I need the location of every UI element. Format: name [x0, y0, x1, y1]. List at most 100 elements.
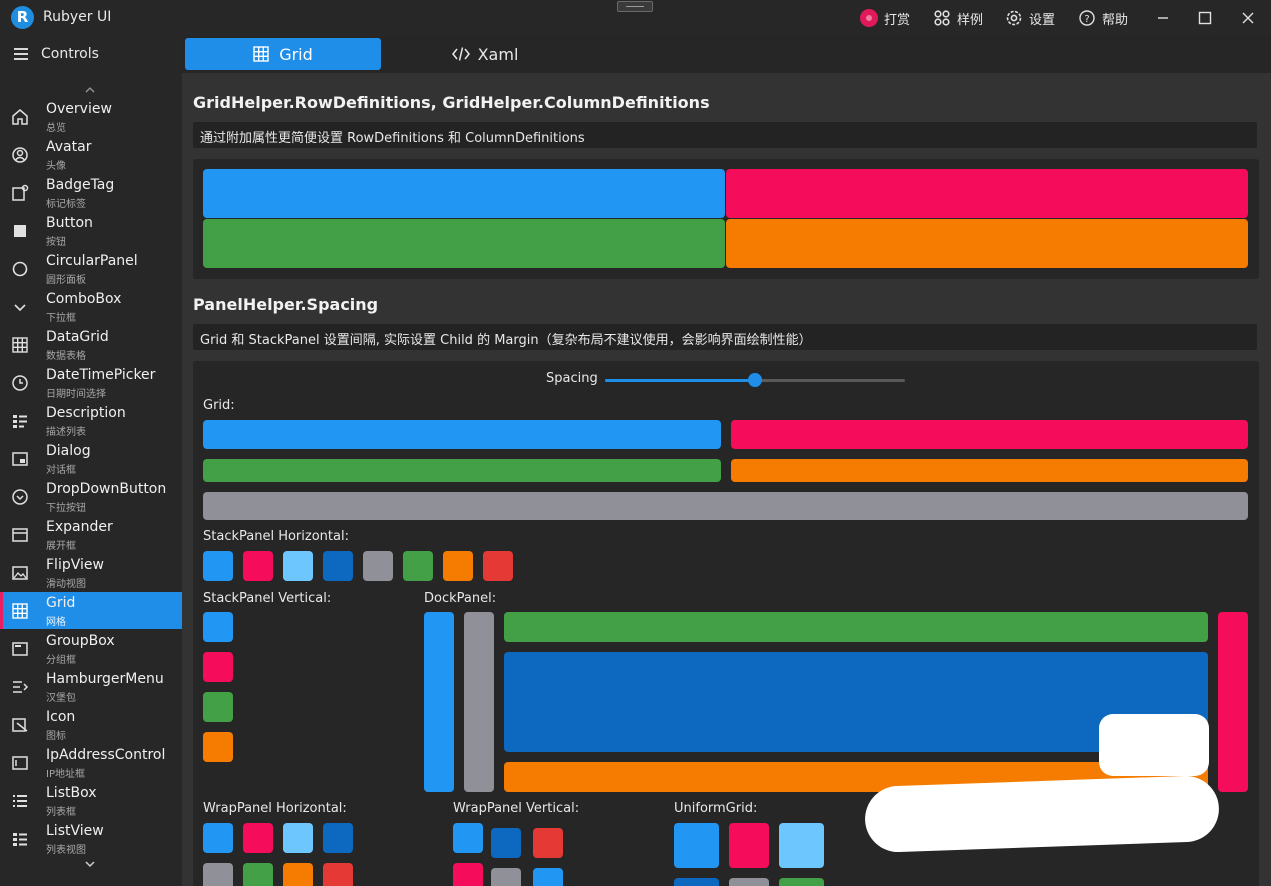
sidebar-item-circularpanel[interactable]: CircularPanel 圆形面板: [0, 250, 182, 287]
grid-cell-orange: [726, 219, 1248, 268]
sidebar-item-hamburgermenu[interactable]: HamburgerMenu 汉堡包: [0, 668, 182, 705]
dock-top-green: [504, 612, 1208, 642]
title-bar[interactable]: R Rubyer UI 打赏 样例 设置 ? 帮助: [0, 0, 1271, 36]
tab-xaml-label: Xaml: [477, 44, 519, 64]
sidebar: Controls Overview 总览 Avatar 头像 BadgeTag 标记标签 B…: [0, 36, 182, 886]
sidebar-item-label: ListView: [46, 823, 104, 839]
stack-h-orange: [443, 551, 473, 581]
sidebar-item-label: ListBox: [46, 785, 97, 801]
sidebar-item-ipaddresscontrol[interactable]: IpAddressControl IP地址框: [0, 744, 182, 781]
hamburger-icon[interactable]: [14, 48, 28, 60]
sidebar-item-grid[interactable]: Grid 网格: [0, 592, 182, 629]
chevron-down-icon: [11, 298, 29, 316]
sidebar-item-label: Avatar: [46, 139, 92, 155]
wrap-v-gray: [491, 868, 521, 886]
sidebar-item-sublabel: 图标: [46, 731, 66, 742]
maximize-button[interactable]: [1192, 6, 1218, 30]
settings-button[interactable]: 设置: [1005, 8, 1055, 28]
spacing-slider[interactable]: [605, 373, 905, 387]
scroll-down-icon[interactable]: [83, 860, 97, 870]
sidebar-item-description[interactable]: Description 描述列表: [0, 402, 182, 439]
content-area[interactable]: GridHelper.RowDefinitions, GridHelper.Co…: [182, 73, 1271, 886]
slider-thumb[interactable]: [748, 373, 762, 387]
sidebar-item-label: IpAddressControl: [46, 747, 166, 763]
sidebar-item-datagrid[interactable]: DataGrid 数据表格: [0, 326, 182, 363]
minimize-icon: [1158, 17, 1168, 19]
slider-fill: [605, 379, 755, 382]
sidebar-item-sublabel: 按钮: [46, 237, 66, 248]
sidebar-item-listview[interactable]: ListView 列表视图: [0, 820, 182, 857]
wrap-h-light-blue: [283, 823, 313, 853]
sidebar-item-label: Description: [46, 405, 126, 421]
sidebar-header[interactable]: Controls: [0, 36, 182, 74]
reward-icon: [860, 9, 878, 27]
sidebar-item-sublabel: 头像: [46, 161, 66, 172]
sidebar-item-sublabel: IP地址框: [46, 769, 85, 780]
sidebar-item-flipview[interactable]: FlipView 滑动视图: [0, 554, 182, 591]
grid-icon: [11, 602, 29, 620]
sidebar-item-combobox[interactable]: ComboBox 下拉框: [0, 288, 182, 325]
sidebar-item-groupbox[interactable]: GroupBox 分组框: [0, 630, 182, 667]
gear-icon: [1005, 9, 1023, 27]
tab-grid[interactable]: Grid: [185, 38, 381, 70]
dock-right-pink: [1218, 612, 1248, 792]
wrap-h-dark-blue: [323, 823, 353, 853]
grid-label: Grid:: [203, 398, 235, 413]
groupbox-icon: [11, 640, 29, 658]
settings-label: 设置: [1029, 12, 1056, 28]
stack-vertical-label: StackPanel Vertical:: [203, 591, 332, 606]
wrap-h-pink: [243, 823, 273, 853]
tab-xaml[interactable]: Xaml: [387, 38, 583, 70]
minimize-button[interactable]: [1150, 6, 1176, 30]
sidebar-item-label: GroupBox: [46, 633, 115, 649]
stack-v-orange: [203, 732, 233, 762]
sidebar-item-sublabel: 对话框: [46, 465, 76, 476]
badge-icon: [11, 184, 29, 202]
sidebar-item-dropdownbutton[interactable]: DropDownButton 下拉按钮: [0, 478, 182, 515]
sidebar-item-label: CircularPanel: [46, 253, 138, 269]
sidebar-item-expander[interactable]: Expander 展开框: [0, 516, 182, 553]
stack-horizontal-label: StackPanel Horizontal:: [203, 529, 349, 544]
sidebar-item-listbox[interactable]: ListBox 列表框: [0, 782, 182, 819]
reward-button[interactable]: 打赏: [860, 8, 910, 28]
sidebar-item-label: DateTimePicker: [46, 367, 156, 383]
wrap-h-blue: [203, 823, 233, 853]
sidebar-item-sublabel: 下拉按钮: [46, 503, 86, 514]
sidebar-item-datetimepicker[interactable]: DateTimePicker 日期时间选择: [0, 364, 182, 401]
help-button[interactable]: ? 帮助: [1078, 8, 1128, 28]
sidebar-item-label: DataGrid: [46, 329, 109, 345]
wrap-v-blue: [453, 823, 483, 853]
dropdown-circle-icon: [11, 488, 29, 506]
spacing-label: Spacing: [546, 371, 598, 386]
sidebar-item-label: FlipView: [46, 557, 104, 573]
close-button[interactable]: [1235, 6, 1261, 30]
wrap-vertical-label: WrapPanel Vertical:: [453, 801, 580, 816]
sidebar-item-label: Overview: [46, 101, 112, 117]
sidebar-item-badgetag[interactable]: BadgeTag 标记标签: [0, 174, 182, 211]
scroll-up-icon[interactable]: [83, 86, 97, 96]
sidebar-item-avatar[interactable]: Avatar 头像: [0, 136, 182, 173]
uniform-grid-label: UniformGrid:: [674, 801, 758, 816]
uniform-green: [779, 878, 824, 886]
square-icon: [11, 222, 29, 240]
redaction-mark: [1099, 714, 1209, 776]
dock-panel-label: DockPanel:: [424, 591, 497, 606]
sidebar-item-icon[interactable]: Icon 图标: [0, 706, 182, 743]
section2-title: PanelHelper.Spacing: [193, 295, 379, 314]
sidebar-item-label: Dialog: [46, 443, 91, 459]
sidebar-item-sublabel: 列表框: [46, 807, 76, 818]
help-label: 帮助: [1102, 12, 1129, 28]
circle-icon: [11, 260, 29, 278]
sidebar-item-overview[interactable]: Overview 总览: [0, 98, 182, 135]
sidebar-item-dialog[interactable]: Dialog 对话框: [0, 440, 182, 477]
sidebar-item-button[interactable]: Button 按钮: [0, 212, 182, 249]
wrap-h-green: [243, 863, 273, 886]
uniform-blue: [674, 823, 719, 868]
sidebar-item-sublabel: 标记标签: [46, 199, 86, 210]
drag-handle[interactable]: [617, 1, 653, 12]
section2-description: Grid 和 StackPanel 设置间隔, 实际设置 Child 的 Mar…: [193, 324, 1257, 350]
uniform-light-blue: [779, 823, 824, 868]
sidebar-item-label: HamburgerMenu: [46, 671, 164, 687]
samples-button[interactable]: 样例: [933, 8, 983, 28]
wrap-h-red: [323, 863, 353, 886]
